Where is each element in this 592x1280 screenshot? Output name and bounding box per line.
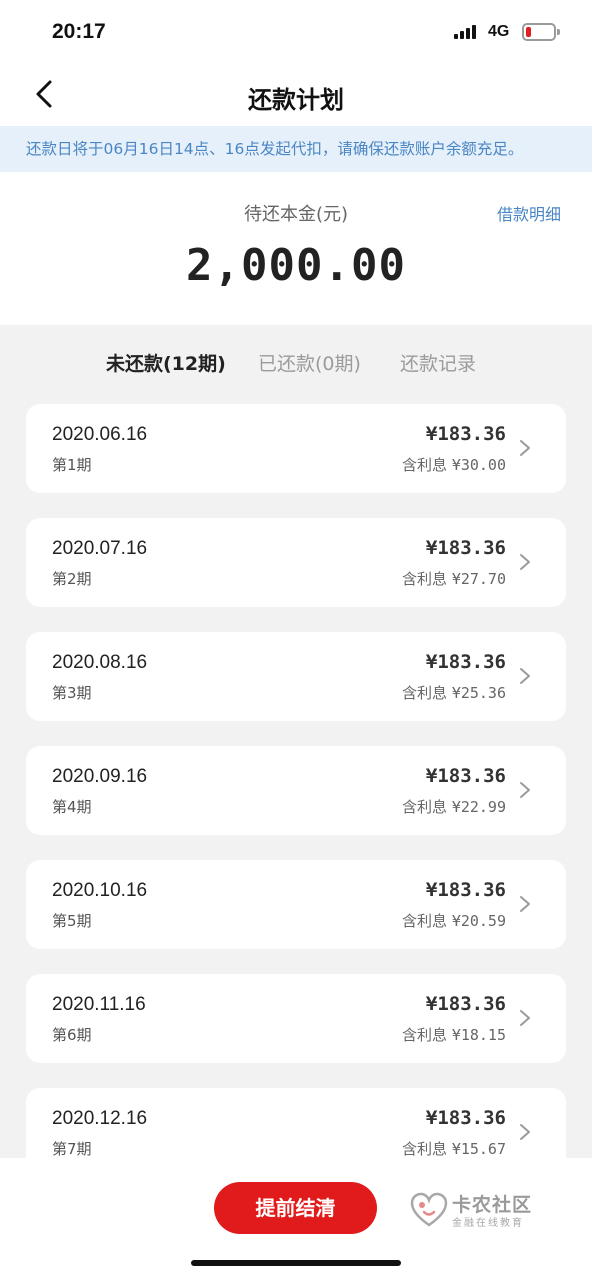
interest-label: 含利息	[402, 798, 448, 816]
installment-period: 第5期	[52, 912, 92, 930]
installment-interest: 含利息 ¥30.00	[402, 454, 506, 475]
early-settlement-button[interactable]: 提前结清	[214, 1182, 377, 1234]
installment-period: 第2期	[52, 570, 92, 588]
installment-period: 第4期	[52, 798, 92, 816]
interest-label: 含利息	[402, 456, 448, 474]
installment-amount: ¥183.36	[425, 651, 506, 673]
network-type: 4G	[488, 23, 510, 40]
repayment-notice-banner: 还款日将于06月16日14点、16点发起代扣，请确保还款账户余额充足。	[0, 126, 592, 172]
tab-repayment-records[interactable]: 还款记录	[400, 349, 476, 376]
status-bar: 20:17 4G	[0, 0, 592, 62]
installment-amount: ¥183.36	[425, 537, 506, 559]
chevron-right-icon	[520, 896, 530, 912]
chevron-right-icon	[520, 1010, 530, 1026]
interest-label: 含利息	[402, 684, 448, 702]
status-time: 20:17	[52, 20, 106, 43]
tab-bar: 未还款(12期) 已还款(0期) 还款记录	[0, 345, 592, 381]
installment-card[interactable]: 2020.06.16 第1期 ¥183.36 含利息 ¥30.00	[26, 404, 566, 493]
installment-date: 2020.09.16	[52, 766, 148, 787]
interest-label: 含利息	[402, 1026, 448, 1044]
watermark-name: 卡农社区	[452, 1194, 533, 1216]
installment-period: 第6期	[52, 1026, 92, 1044]
installment-interest: 含利息 ¥27.70	[402, 568, 506, 589]
installment-date: 2020.07.16	[52, 538, 148, 559]
installment-card[interactable]: 2020.11.16 第6期 ¥183.36 含利息 ¥18.15	[26, 974, 566, 1063]
interest-value: ¥27.70	[451, 570, 506, 588]
chevron-right-icon	[520, 668, 530, 684]
installment-period: 第3期	[52, 684, 92, 702]
chevron-right-icon	[520, 1124, 530, 1140]
home-indicator[interactable]	[191, 1260, 401, 1266]
interest-value: ¥25.36	[451, 684, 506, 702]
interest-value: ¥30.00	[451, 456, 506, 474]
installment-card[interactable]: 2020.10.16 第5期 ¥183.36 含利息 ¥20.59	[26, 860, 566, 949]
chevron-right-icon	[520, 782, 530, 798]
installment-amount: ¥183.36	[425, 423, 506, 445]
installment-amount: ¥183.36	[425, 879, 506, 901]
chevron-right-icon	[520, 554, 530, 570]
signal-strength-icon	[454, 25, 480, 39]
page-title: 还款计划	[248, 86, 344, 114]
installment-date: 2020.10.16	[52, 880, 148, 901]
interest-label: 含利息	[402, 912, 448, 930]
battery-icon	[522, 23, 560, 41]
watermark-logo-icon	[410, 1192, 448, 1227]
loan-detail-link[interactable]: 借款明细	[497, 201, 561, 225]
interest-value: ¥15.67	[451, 1140, 506, 1158]
installment-interest: 含利息 ¥22.99	[402, 796, 506, 817]
installment-interest: 含利息 ¥20.59	[402, 910, 506, 931]
principal-amount: 2,000.00	[186, 240, 406, 291]
installment-amount: ¥183.36	[425, 765, 506, 787]
installment-amount: ¥183.36	[425, 993, 506, 1015]
installment-date: 2020.08.16	[52, 652, 148, 673]
installment-date: 2020.06.16	[52, 424, 148, 445]
interest-value: ¥18.15	[451, 1026, 506, 1044]
installment-interest: 含利息 ¥15.67	[402, 1138, 506, 1159]
installment-date: 2020.11.16	[52, 994, 146, 1015]
interest-label: 含利息	[402, 1140, 448, 1158]
installment-period: 第1期	[52, 456, 92, 474]
installment-card[interactable]: 2020.07.16 第2期 ¥183.36 含利息 ¥27.70	[26, 518, 566, 607]
installment-interest: 含利息 ¥18.15	[402, 1024, 506, 1045]
installment-amount: ¥183.36	[425, 1107, 506, 1129]
installment-card[interactable]: 2020.08.16 第3期 ¥183.36 含利息 ¥25.36	[26, 632, 566, 721]
bottom-action-bar: 提前结清 卡农社区 金融在线教育	[0, 1158, 592, 1280]
tab-paid[interactable]: 已还款(0期)	[258, 349, 361, 376]
nav-bar: 还款计划	[0, 62, 592, 126]
installment-period: 第7期	[52, 1140, 92, 1158]
interest-label: 含利息	[402, 570, 448, 588]
tab-unpaid[interactable]: 未还款(12期)	[106, 349, 226, 376]
installment-interest: 含利息 ¥25.36	[402, 682, 506, 703]
watermark-subtitle: 金融在线教育	[452, 1218, 524, 1229]
interest-value: ¥22.99	[451, 798, 506, 816]
watermark: 卡农社区 金融在线教育	[410, 1188, 550, 1232]
chevron-right-icon	[520, 440, 530, 456]
installment-card[interactable]: 2020.09.16 第4期 ¥183.36 含利息 ¥22.99	[26, 746, 566, 835]
installment-list: 2020.06.16 第1期 ¥183.36 含利息 ¥30.00 2020.0…	[26, 404, 566, 1202]
interest-value: ¥20.59	[451, 912, 506, 930]
installment-date: 2020.12.16	[52, 1108, 148, 1129]
